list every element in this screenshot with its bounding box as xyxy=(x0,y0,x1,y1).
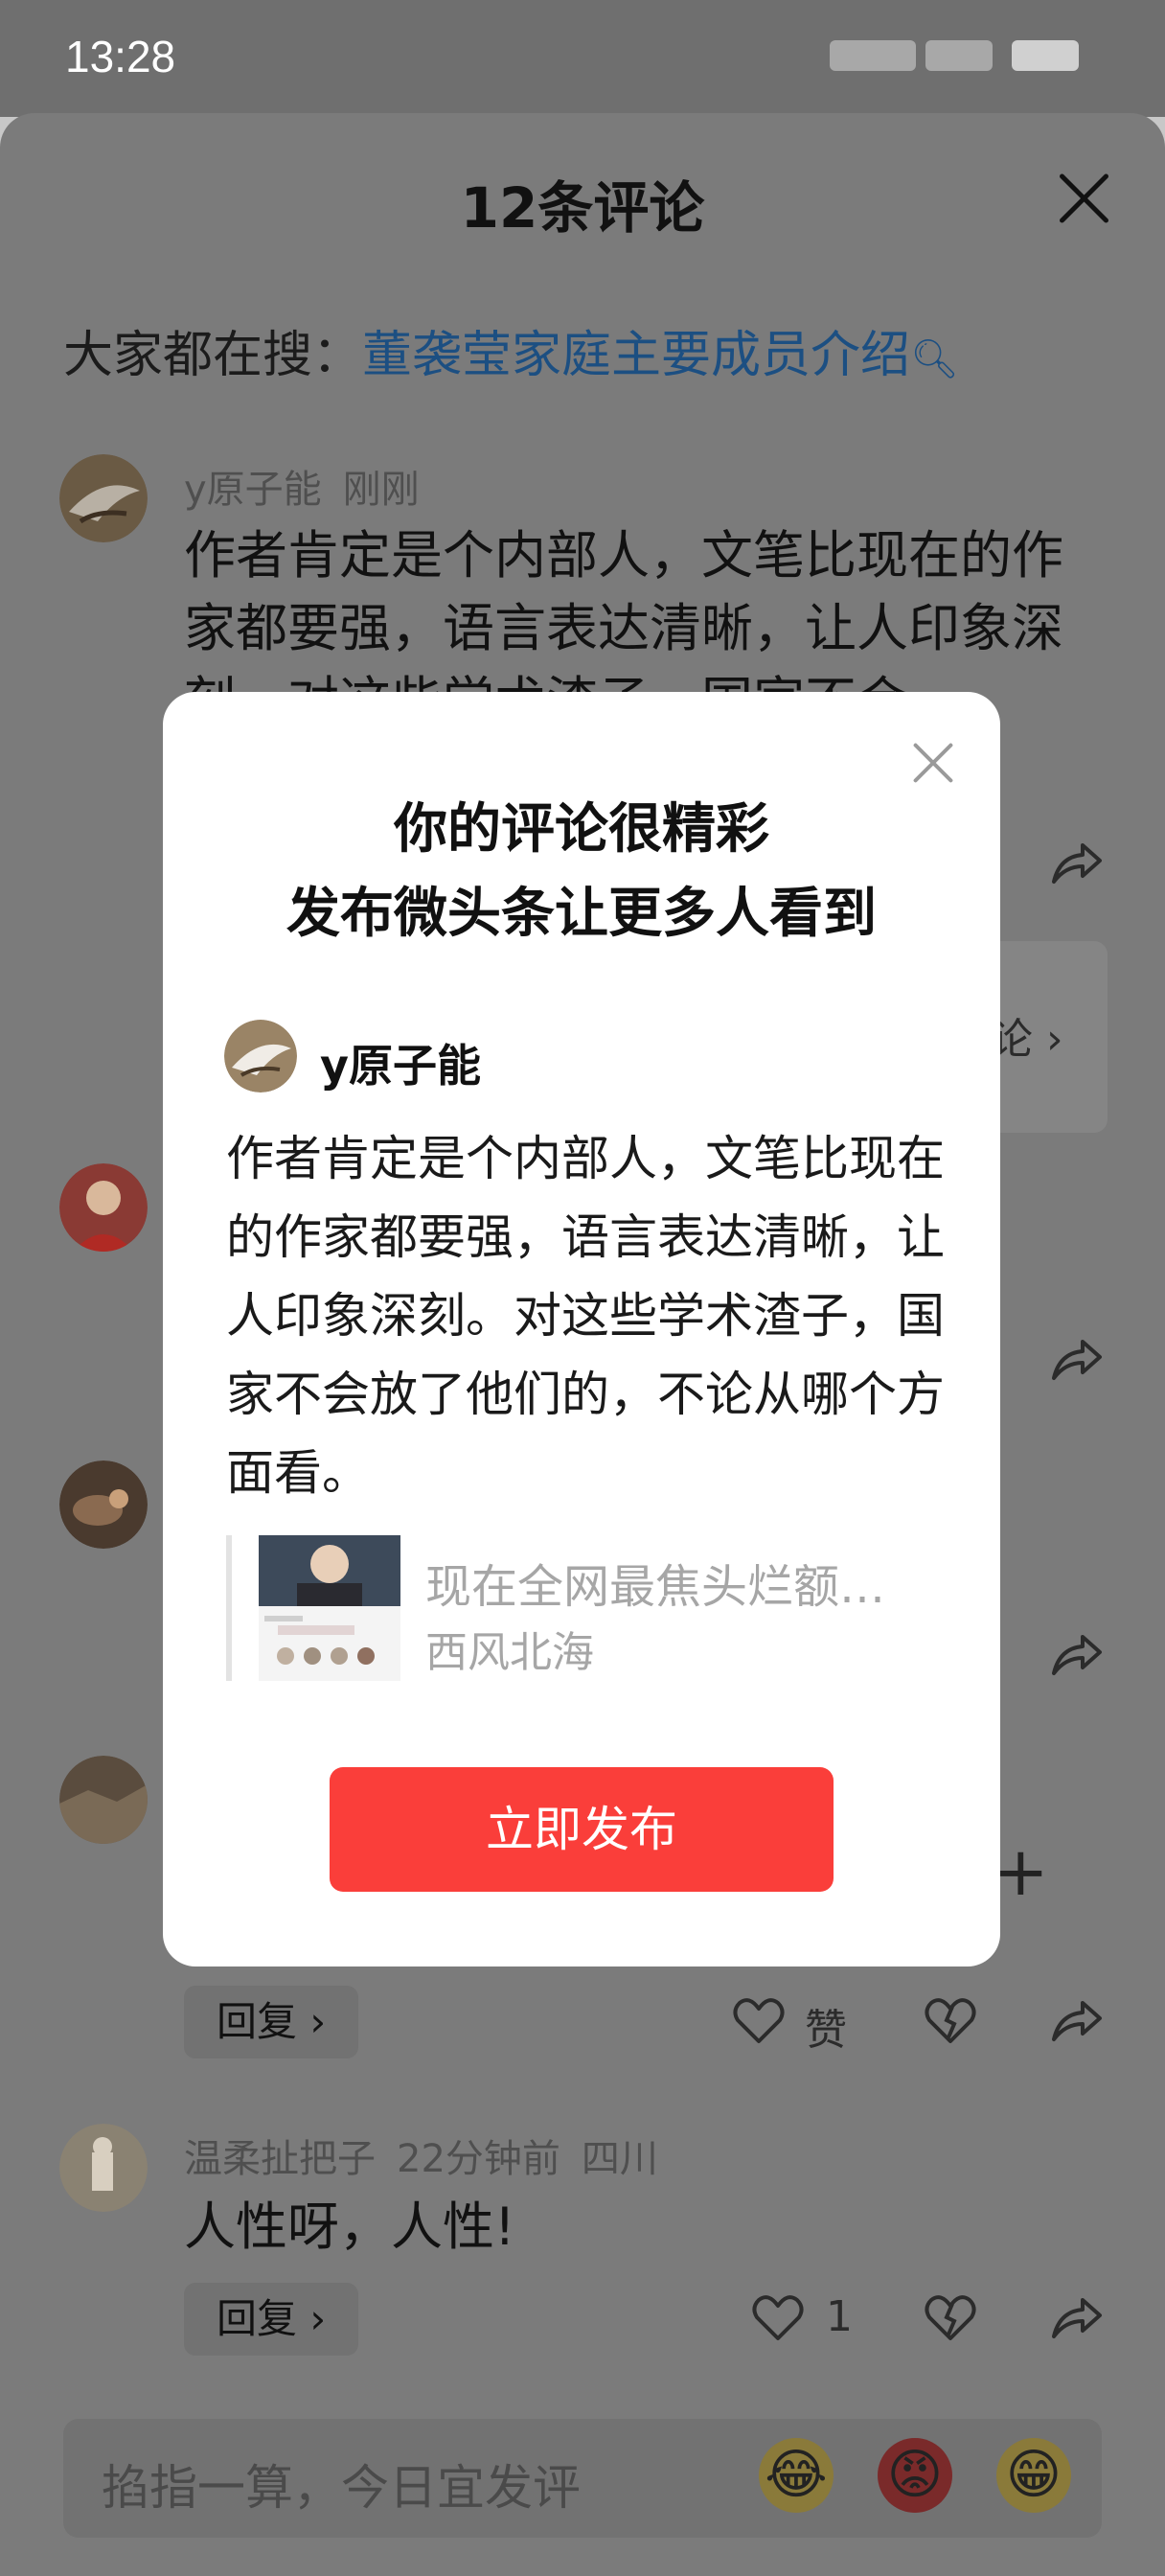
hot-search-term[interactable]: 董袭莹家庭主要成员介绍 xyxy=(362,327,910,384)
status-time: 13:28 xyxy=(65,32,176,81)
avatar xyxy=(224,1020,297,1092)
close-icon[interactable] xyxy=(912,742,954,784)
like-label: 赞 xyxy=(805,2006,847,2055)
comment-text: 人性呀，人性! xyxy=(184,2196,515,2257)
angry-emoji-icon[interactable]: 😡 xyxy=(878,2438,952,2513)
more-card-label: 论 › xyxy=(991,1015,1063,1064)
share-icon[interactable] xyxy=(1050,2294,1104,2342)
comment-location: 四川 xyxy=(581,2137,658,2181)
dialog-comment-text: 作者肯定是个内部人，文笔比现在的作家都要强，语言表达清晰，让人印象深刻。对这些学… xyxy=(226,1131,945,1501)
share-icon[interactable] xyxy=(1050,840,1104,887)
comment-time: 刚刚 xyxy=(342,468,420,512)
battery-icon xyxy=(1012,40,1079,71)
comment-meta: 温柔扯把子 22分钟前 四川 xyxy=(184,2128,679,2183)
article-thumbnail xyxy=(259,1535,400,1681)
wifi-icon xyxy=(925,40,993,71)
avatar[interactable] xyxy=(59,454,148,542)
quote-author: 西风北海 xyxy=(425,1628,594,1677)
like-icon[interactable] xyxy=(751,2294,805,2342)
signal-icon xyxy=(830,40,916,71)
quote-bar xyxy=(226,1535,232,1681)
quoted-article[interactable]: 现在全网最焦头烂额… 西风北海 xyxy=(226,1535,945,1681)
dialog-user-name: y原子能 xyxy=(320,1040,481,1092)
grin-emoji-icon[interactable]: 😁 xyxy=(996,2438,1071,2513)
comment-meta: y原子能 刚刚 xyxy=(184,458,441,514)
comment-user[interactable]: y原子能 xyxy=(184,468,322,512)
status-icons xyxy=(820,36,1088,75)
avatar[interactable] xyxy=(59,1163,148,1252)
share-icon[interactable] xyxy=(1050,1336,1104,1384)
dislike-icon[interactable] xyxy=(924,2294,977,2342)
share-icon[interactable] xyxy=(1050,1997,1104,2045)
avatar[interactable] xyxy=(59,2124,148,2212)
like-count: 1 xyxy=(826,2292,853,2341)
laughing-emoji-icon[interactable]: 😂 xyxy=(759,2438,834,2513)
reply-button[interactable]: 回复 › xyxy=(184,2283,359,2356)
reply-button[interactable]: 回复 › xyxy=(184,1986,359,2058)
comment-time: 22分钟前 xyxy=(397,2137,560,2181)
close-icon[interactable] xyxy=(1056,171,1111,226)
publish-button[interactable]: 立即发布 xyxy=(330,1767,834,1892)
like-icon[interactable] xyxy=(732,1997,786,2045)
hot-search[interactable]: 大家都在搜：董袭莹家庭主要成员介绍🔍︎ xyxy=(63,314,959,386)
dialog-title: 你的评论很精彩 发布微头条让更多人看到 xyxy=(163,788,1000,956)
hot-search-prefix: 大家都在搜： xyxy=(63,327,363,384)
status-bar: 13:28 xyxy=(0,0,1165,117)
comment-input[interactable]: 掐指一算，今日宜发评 😂 😡 😁 xyxy=(63,2419,1102,2538)
comment-input-placeholder: 掐指一算，今日宜发评 xyxy=(102,2460,581,2516)
avatar[interactable] xyxy=(59,1460,148,1549)
dialog-title-line1: 你的评论很精彩 xyxy=(394,798,769,861)
share-icon[interactable] xyxy=(1050,1631,1104,1679)
search-icon: 🔍︎ xyxy=(910,337,959,381)
comment-count-title: 12条评论 xyxy=(460,175,705,241)
publish-dialog: 你的评论很精彩 发布微头条让更多人看到 y原子能 作者肯定是个内部人，文笔比现在… xyxy=(163,692,1000,1966)
quote-title: 现在全网最焦头烂额… xyxy=(425,1560,886,1614)
avatar[interactable] xyxy=(59,1756,148,1844)
dislike-icon[interactable] xyxy=(924,1997,977,2045)
dialog-title-line2: 发布微头条让更多人看到 xyxy=(286,883,877,945)
plus-icon[interactable]: + xyxy=(993,1832,1049,1911)
comment-user[interactable]: 温柔扯把子 xyxy=(184,2137,376,2181)
